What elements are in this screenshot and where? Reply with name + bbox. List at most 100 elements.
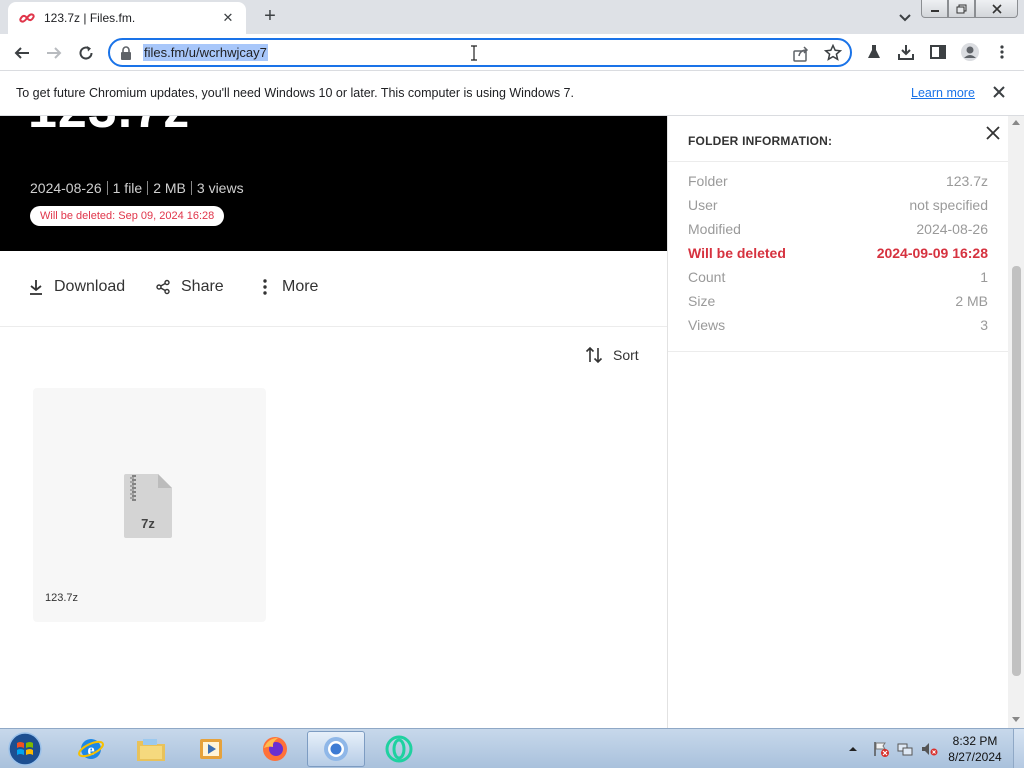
folder-title: 123.7z bbox=[28, 116, 190, 140]
download-tray-icon bbox=[898, 45, 914, 60]
minimize-icon bbox=[930, 9, 939, 12]
info-key: User bbox=[688, 197, 718, 213]
info-key: Will be deleted bbox=[688, 245, 786, 261]
network-icon[interactable] bbox=[896, 740, 914, 758]
new-tab-button[interactable]: + bbox=[258, 6, 282, 28]
page-scrollbar[interactable] bbox=[1008, 116, 1024, 728]
taskbar-chromium[interactable] bbox=[307, 731, 365, 767]
flask-icon bbox=[868, 45, 880, 58]
info-value: 123.7z bbox=[945, 173, 988, 189]
window-close-button[interactable] bbox=[975, 0, 1018, 18]
meta-divider bbox=[190, 181, 192, 195]
internet-explorer-icon: e bbox=[78, 739, 104, 759]
side-panel-button[interactable] bbox=[928, 42, 948, 62]
share-page-icon[interactable] bbox=[792, 45, 810, 63]
taskbar-opera[interactable] bbox=[370, 731, 428, 767]
chromium-icon bbox=[324, 737, 348, 761]
taskbar-media-player[interactable] bbox=[182, 731, 240, 767]
info-value: 2 MB bbox=[955, 293, 988, 309]
taskbar-ie[interactable]: e bbox=[62, 731, 120, 767]
update-infobar: To get future Chromium updates, you'll n… bbox=[0, 71, 1024, 116]
tab-close-icon[interactable]: ✕ bbox=[220, 10, 236, 26]
sort-label: Sort bbox=[613, 347, 639, 363]
info-row-folder: Folder 123.7z bbox=[668, 169, 1009, 193]
reload-button[interactable] bbox=[74, 41, 98, 65]
show-desktop-button[interactable] bbox=[1013, 729, 1024, 768]
url-text[interactable]: files.fm/u/wcrhwjcay7 bbox=[143, 44, 268, 61]
info-key: Folder bbox=[688, 173, 728, 189]
download-button[interactable]: Download bbox=[28, 278, 125, 296]
window-controls bbox=[921, 0, 1018, 18]
bookmark-star-icon[interactable] bbox=[824, 44, 842, 62]
tab-title: 123.7z | Files.fm. bbox=[44, 11, 136, 25]
taskbar-clock[interactable]: 8:32 PM 8/27/2024 bbox=[942, 733, 1008, 765]
profile-avatar-icon bbox=[961, 43, 979, 61]
restore-button[interactable] bbox=[948, 0, 975, 18]
share-icon bbox=[156, 279, 170, 295]
profile-button[interactable] bbox=[960, 42, 980, 62]
volume-muted-icon[interactable] bbox=[920, 740, 938, 758]
info-row-will-be-deleted: Will be deleted 2024-09-09 16:28 bbox=[668, 241, 1009, 265]
info-row-count: Count 1 bbox=[668, 265, 1009, 289]
more-button[interactable]: More bbox=[258, 278, 318, 296]
file-card[interactable]: 7z 123.7z bbox=[33, 388, 266, 622]
taskbar-explorer[interactable] bbox=[122, 731, 180, 767]
back-button[interactable] bbox=[10, 41, 34, 65]
side-panel-icon bbox=[930, 45, 946, 59]
file-type-label: 7z bbox=[141, 516, 155, 531]
scroll-up-arrow-icon[interactable] bbox=[1012, 120, 1020, 125]
scrollbar-thumb[interactable] bbox=[1012, 266, 1021, 676]
folder-meta: 2024-08-26 1 file 2 MB 3 views bbox=[30, 180, 244, 196]
start-button-icon[interactable] bbox=[6, 731, 44, 767]
forward-button[interactable] bbox=[42, 41, 66, 65]
opera-gx-icon bbox=[385, 735, 413, 763]
action-center-flag-icon[interactable] bbox=[872, 740, 890, 758]
infobar-close-icon[interactable] bbox=[990, 83, 1008, 101]
folder-info-list: Folder 123.7z User not specified Modified 2… bbox=[668, 169, 1009, 352]
scroll-down-arrow-icon[interactable] bbox=[1012, 717, 1020, 722]
tab-strip: 123.7z | Files.fm. ✕ + bbox=[0, 0, 1024, 34]
tab-search-chevron-icon[interactable] bbox=[896, 8, 914, 26]
infobar-message: To get future Chromium updates, you'll n… bbox=[16, 86, 574, 100]
browser-tab[interactable]: 123.7z | Files.fm. ✕ bbox=[8, 2, 246, 34]
meta-file-count: 1 file bbox=[112, 180, 143, 196]
lock-icon bbox=[121, 46, 131, 60]
meta-size: 2 MB bbox=[153, 180, 186, 196]
panel-close-icon[interactable] bbox=[984, 124, 1002, 142]
archive-file-icon: 7z bbox=[124, 474, 172, 538]
info-value: 3 bbox=[980, 317, 988, 333]
info-value: not specified bbox=[909, 197, 988, 213]
info-row-size: Size 2 MB bbox=[668, 289, 1009, 313]
reload-icon bbox=[79, 46, 93, 60]
info-key: Views bbox=[688, 317, 726, 333]
action-bar: Download Share More bbox=[0, 251, 667, 327]
kebab-menu-icon bbox=[1000, 45, 1004, 59]
back-arrow-icon bbox=[14, 47, 29, 59]
sort-button[interactable]: Sort bbox=[585, 346, 639, 364]
sort-arrows-icon bbox=[585, 346, 603, 364]
share-button[interactable]: Share bbox=[155, 278, 224, 296]
minimize-button[interactable] bbox=[921, 0, 948, 18]
downloads-button[interactable] bbox=[896, 42, 916, 62]
info-key: Count bbox=[688, 269, 726, 285]
extensions-button[interactable] bbox=[864, 42, 884, 62]
show-hidden-icons-icon[interactable] bbox=[846, 742, 860, 756]
taskbar-firefox[interactable] bbox=[246, 731, 304, 767]
file-name: 123.7z bbox=[45, 592, 79, 604]
system-tray bbox=[840, 729, 938, 768]
text-cursor-icon bbox=[471, 45, 477, 61]
meta-views: 3 views bbox=[196, 180, 244, 196]
download-label: Download bbox=[54, 278, 126, 295]
panel-title: FOLDER INFORMATION: bbox=[688, 134, 833, 148]
address-bar[interactable]: files.fm/u/wcrhwjcay7 bbox=[108, 38, 852, 67]
folder-icon bbox=[137, 739, 165, 761]
learn-more-link[interactable]: Learn more bbox=[911, 86, 975, 100]
meta-divider bbox=[147, 181, 149, 195]
share-label: Share bbox=[181, 278, 224, 295]
delete-notice-badge: Will be deleted: Sep 09, 2024 16:28 bbox=[30, 206, 225, 226]
windows-taskbar: e 8:32 PM 8/27/2024 bbox=[0, 728, 1024, 768]
info-key: Size bbox=[688, 293, 716, 309]
browser-menu-button[interactable] bbox=[992, 42, 1012, 62]
download-icon bbox=[30, 280, 42, 295]
browser-toolbar: files.fm/u/wcrhwjcay7 bbox=[0, 34, 1024, 71]
